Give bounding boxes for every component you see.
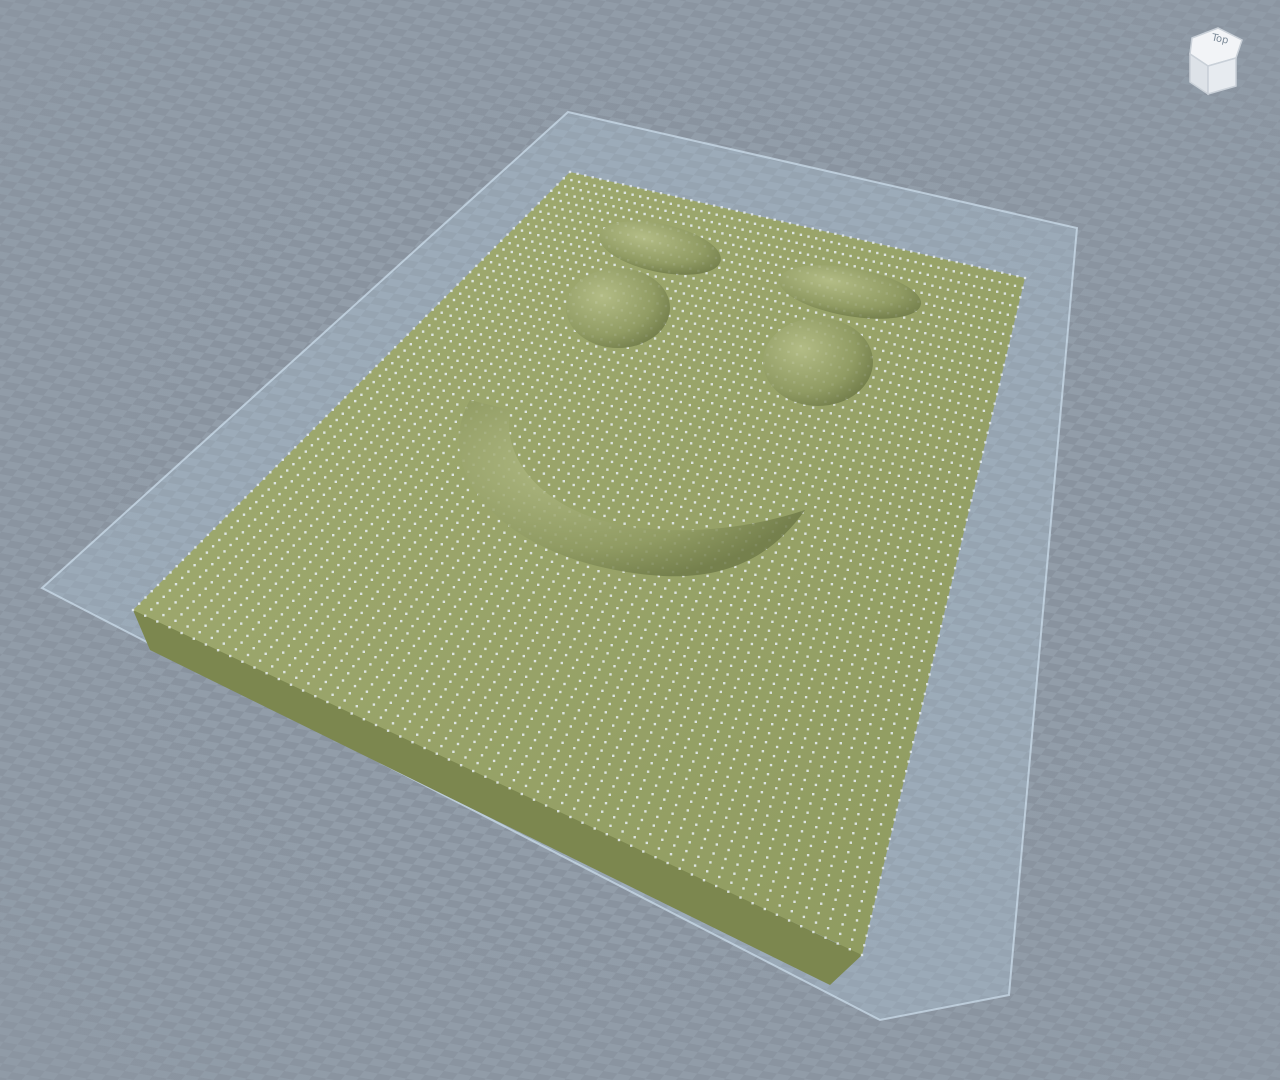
scene-canvas[interactable] <box>0 0 1280 1080</box>
view-cube-widget[interactable]: Top <box>1184 22 1248 100</box>
3d-viewport[interactable]: Top <box>0 0 1280 1080</box>
right-eye-bump <box>763 318 873 406</box>
view-cube-icon[interactable] <box>1184 22 1248 100</box>
left-eye-bump <box>566 268 670 348</box>
